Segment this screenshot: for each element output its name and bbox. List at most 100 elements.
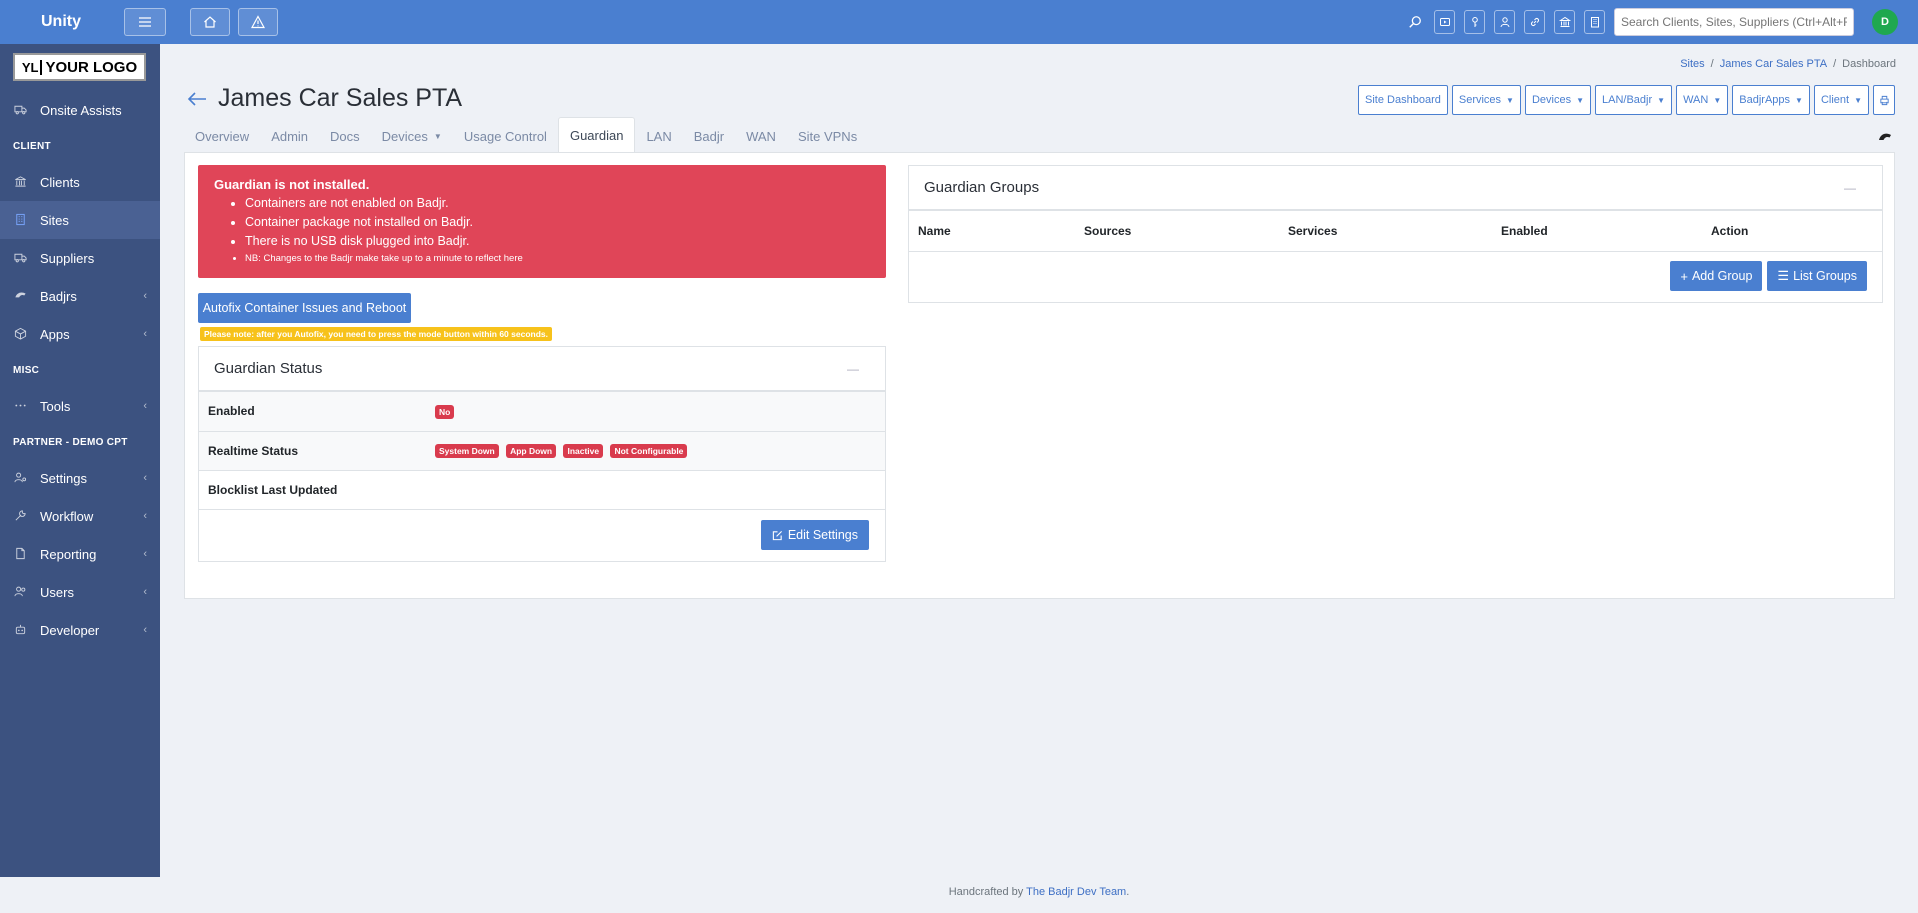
alert-item: Containers are not enabled on Badjr.: [245, 194, 870, 213]
autofix-button[interactable]: Autofix Container Issues and Reboot: [198, 293, 411, 323]
sidebar-item-workflow[interactable]: Workflow ‹: [0, 497, 160, 535]
logo-mark: YL: [22, 59, 43, 75]
guardian-groups-header: Guardian Groups —: [909, 166, 1882, 211]
sidebar-item-suppliers[interactable]: Suppliers: [0, 239, 160, 277]
box-icon: [14, 327, 28, 341]
services-dropdown[interactable]: Services ▼: [1451, 85, 1521, 115]
column-header[interactable]: Enabled: [1492, 211, 1702, 252]
user-avatar[interactable]: D: [1872, 9, 1898, 35]
sidebar-item-badjrs[interactable]: Badjrs ‹: [0, 277, 160, 315]
tab-usage-control[interactable]: Usage Control: [453, 120, 558, 152]
chevron-left-icon: ‹: [143, 472, 147, 484]
remote-icon[interactable]: [1434, 10, 1455, 34]
table-row: Blocklist Last Updated: [199, 470, 885, 510]
sidebar-item-label: Suppliers: [40, 250, 95, 266]
tab-lan[interactable]: LAN: [635, 120, 682, 152]
tab-site-vpns[interactable]: Site VPNs: [787, 120, 868, 152]
sidebar-header-partner: PARTNER - DEMO CPT: [13, 436, 128, 448]
robot-icon: [14, 623, 28, 637]
sidebar-item-label: Settings: [40, 470, 87, 486]
sidebar-item-users[interactable]: Users ‹: [0, 573, 160, 611]
breadcrumb-separator: /: [1833, 58, 1837, 70]
sidebar-item-developer[interactable]: Developer ‹: [0, 611, 160, 649]
tab-wan[interactable]: WAN: [735, 120, 787, 152]
bank-icon[interactable]: [1554, 10, 1575, 34]
guardian-status-table: Enabled No Realtime Status System Down A…: [199, 392, 885, 510]
status-label: Enabled: [199, 392, 435, 432]
badger-icon[interactable]: [1878, 130, 1892, 144]
sidebar-item-onsite-assists[interactable]: Onsite Assists: [0, 91, 160, 129]
devices-dropdown[interactable]: Devices ▼: [1524, 85, 1592, 115]
caret-down-icon: ▼: [1506, 95, 1514, 105]
breadcrumb: Sites / James Car Sales PTA / Dashboard: [1680, 58, 1896, 70]
guardian-status-panel: Guardian Status — Enabled No Realtime St…: [198, 346, 886, 562]
list-groups-label: List Groups: [1793, 269, 1857, 283]
badjr-apps-dropdown[interactable]: BadjrApps ▼: [1732, 85, 1810, 115]
status-value: [435, 470, 885, 510]
tab-devices[interactable]: Devices ▼: [371, 120, 453, 152]
sidebar-item-apps[interactable]: Apps ‹: [0, 315, 160, 353]
link-icon[interactable]: [1524, 10, 1545, 34]
collapse-icon[interactable]: —: [847, 362, 859, 376]
site-dashboard-button[interactable]: Site Dashboard: [1358, 85, 1448, 115]
collapse-icon[interactable]: —: [1844, 181, 1856, 195]
key-icon[interactable]: [1464, 10, 1485, 34]
edit-settings-button[interactable]: Edit Settings: [760, 520, 869, 550]
breadcrumb-sites[interactable]: Sites: [1680, 58, 1704, 70]
column-header[interactable]: Services: [1279, 211, 1492, 252]
back-arrow-icon[interactable]: [186, 88, 208, 110]
footer-suffix: .: [1126, 886, 1130, 898]
chevron-left-icon: ‹: [143, 400, 147, 412]
chevron-left-icon: ‹: [143, 290, 147, 302]
footer-link[interactable]: The Badjr Dev Team: [1026, 886, 1126, 898]
client-dropdown[interactable]: Client ▼: [1813, 85, 1869, 115]
client-label: Client: [1820, 94, 1850, 106]
tab-admin[interactable]: Admin: [260, 120, 319, 152]
sidebar-item-label: Onsite Assists: [40, 102, 122, 118]
lan-badjr-dropdown[interactable]: LAN/Badjr ▼: [1595, 85, 1673, 115]
status-badge: Not Configurable: [610, 444, 688, 458]
sidebar-item-reporting[interactable]: Reporting ‹: [0, 535, 160, 573]
status-value: No: [435, 392, 885, 432]
tab-badjr[interactable]: Badjr: [683, 120, 735, 152]
guardian-status-header: Guardian Status —: [199, 347, 885, 392]
building-icon: [14, 213, 28, 227]
home-button[interactable]: [190, 8, 230, 36]
breadcrumb-site[interactable]: James Car Sales PTA: [1720, 58, 1827, 70]
tab-docs[interactable]: Docs: [319, 120, 371, 152]
menu-toggle-button[interactable]: [124, 8, 166, 36]
list-groups-button[interactable]: ☰ List Groups: [1767, 261, 1867, 291]
document-icon: [14, 547, 28, 561]
status-badge: App Down: [506, 444, 557, 458]
sidebar-item-label: Apps: [40, 326, 70, 342]
truck-icon: [14, 251, 28, 265]
wan-dropdown[interactable]: WAN ▼: [1676, 85, 1729, 115]
status-badge: No: [435, 404, 455, 419]
sidebar-header-client: CLIENT: [13, 140, 51, 152]
sidebar-item-tools[interactable]: Tools ‹: [0, 387, 160, 425]
column-header[interactable]: Sources: [1075, 211, 1279, 252]
sidebar-item-clients[interactable]: Clients: [0, 163, 160, 201]
add-group-button[interactable]: + Add Group: [1670, 261, 1763, 291]
building-icon[interactable]: [1584, 10, 1605, 34]
global-search-input[interactable]: [1614, 8, 1854, 36]
caret-down-icon: ▼: [433, 131, 442, 141]
sidebar-item-sites[interactable]: Sites: [0, 201, 160, 239]
edit-settings-label: Edit Settings: [787, 528, 858, 542]
sidebar-item-settings[interactable]: Settings ‹: [0, 459, 160, 497]
status-label: Blocklist Last Updated: [199, 470, 435, 510]
tab-overview[interactable]: Overview: [184, 120, 260, 152]
user-icon[interactable]: [1494, 10, 1515, 34]
company-logo[interactable]: YL YOUR LOGO: [13, 53, 146, 81]
search-icon[interactable]: [1408, 15, 1422, 29]
sidebar-item-label: Sites: [40, 212, 69, 228]
alerts-button[interactable]: [238, 8, 278, 36]
site-dashboard-label: Site Dashboard: [1365, 94, 1441, 106]
tab-guardian[interactable]: Guardian: [557, 117, 636, 152]
column-header[interactable]: Name: [909, 211, 1075, 252]
wrench-icon: [14, 509, 28, 523]
users-icon: [14, 585, 28, 599]
page-title-text: James Car Sales PTA: [218, 84, 463, 112]
print-button[interactable]: [1873, 85, 1895, 115]
table-row: Realtime Status System Down App Down Ina…: [199, 431, 885, 471]
